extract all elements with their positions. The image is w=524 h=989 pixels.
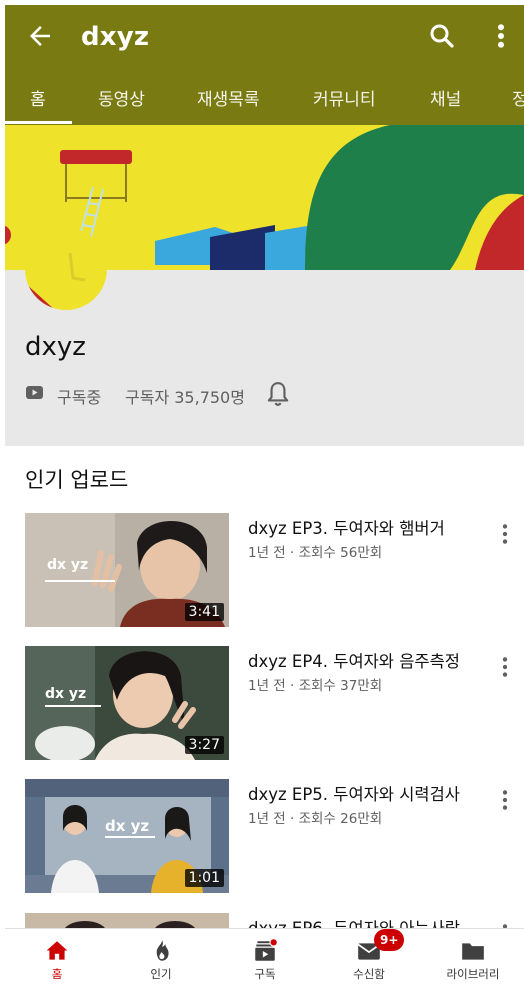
subscriptions-icon <box>255 938 278 961</box>
partial-video-row: dxyz EP6. 두여자와 아는사람 <box>0 910 524 930</box>
tab-videos[interactable]: 동영상 <box>98 85 145 110</box>
notification-bell-icon[interactable] <box>265 380 291 408</box>
video-meta: 1년 전 · 조회수 26만회 <box>248 811 383 827</box>
video-thumbnail[interactable]: dx yz 3:27 <box>25 646 229 760</box>
page-title: dxyz <box>81 22 150 52</box>
inbox-badge: 9+ <box>374 929 405 951</box>
tab-home[interactable]: 홈 <box>30 85 46 110</box>
thumbnail-logo-text: dx yz <box>47 557 89 573</box>
video-duration: 1:01 <box>184 869 224 887</box>
nav-trending[interactable]: 인기 <box>109 929 213 989</box>
video-meta: 1년 전 · 조회수 56만회 <box>248 545 383 561</box>
video-more-icon[interactable] <box>497 521 513 547</box>
section-title: 인기 업로드 <box>25 468 129 492</box>
nav-label: 홈 <box>51 967 63 981</box>
channel-header: dxyz 홈 동영상 재생목록 커뮤니티 채널 정 <box>5 5 524 125</box>
video-thumbnail[interactable]: dx yz 1:01 <box>25 779 229 893</box>
video-more-icon[interactable] <box>497 654 513 680</box>
thumbnail-logo-text: dx yz <box>45 686 87 702</box>
video-title[interactable]: dxyz EP3. 두여자와 햄버거 <box>248 515 445 539</box>
more-options-icon[interactable] <box>491 21 511 51</box>
nav-label: 라이브러리 <box>446 967 500 981</box>
flame-icon <box>156 940 169 961</box>
channel-avatar[interactable] <box>25 228 107 310</box>
nav-inbox[interactable]: 수신함 <box>317 929 421 989</box>
nav-subscriptions[interactable]: 구독 <box>213 929 317 989</box>
video-item[interactable]: dx yz 3:41 dxyz EP3. 두여자와 햄버거 1년 전 · 조회수… <box>25 513 520 627</box>
nav-label: 구독 <box>254 967 276 981</box>
tab-playlists[interactable]: 재생목록 <box>197 85 260 110</box>
channel-tabs: 홈 동영상 재생목록 커뮤니티 채널 정 <box>5 75 524 125</box>
tab-about[interactable]: 정 <box>512 85 524 110</box>
back-arrow-icon[interactable] <box>25 21 55 51</box>
subscriber-count: 구독자 35,750명 <box>125 388 245 407</box>
video-more-icon[interactable] <box>497 787 513 813</box>
bottom-navigation: 홈 인기 구독 수신함 라이브러리 <box>5 928 524 989</box>
active-tab-indicator <box>5 121 72 124</box>
nav-library[interactable]: 라이브러리 <box>421 929 524 989</box>
thumbnail-logo-text: dx yz <box>105 817 150 835</box>
video-thumbnail[interactable]: dx yz 3:41 <box>25 513 229 627</box>
home-icon <box>46 941 68 960</box>
video-duration: 3:41 <box>184 603 224 621</box>
video-item[interactable]: dx yz 3:27 dxyz EP4. 두여자와 음주측정 1년 전 · 조회… <box>25 646 520 760</box>
video-duration: 3:27 <box>184 736 224 754</box>
folder-icon <box>462 943 484 960</box>
channel-name: dxyz <box>25 332 86 362</box>
app-bar: dxyz <box>5 5 524 67</box>
nav-label: 인기 <box>150 967 172 981</box>
tab-community[interactable]: 커뮤니티 <box>313 85 376 110</box>
search-icon[interactable] <box>427 21 457 51</box>
subscribed-label[interactable]: 구독중 <box>57 384 101 408</box>
tab-channels[interactable]: 채널 <box>430 85 461 110</box>
nav-home[interactable]: 홈 <box>5 929 109 989</box>
video-title[interactable]: dxyz EP5. 두여자와 시력검사 <box>248 781 460 805</box>
video-item[interactable]: dx yz 1:01 dxyz EP5. 두여자와 시력검사 1년 전 · 조회… <box>25 779 520 893</box>
video-title[interactable]: dxyz EP4. 두여자와 음주측정 <box>248 648 460 672</box>
nav-label: 수신함 <box>353 967 385 981</box>
video-meta: 1년 전 · 조회수 37만회 <box>248 678 383 694</box>
youtube-play-icon <box>26 386 43 399</box>
